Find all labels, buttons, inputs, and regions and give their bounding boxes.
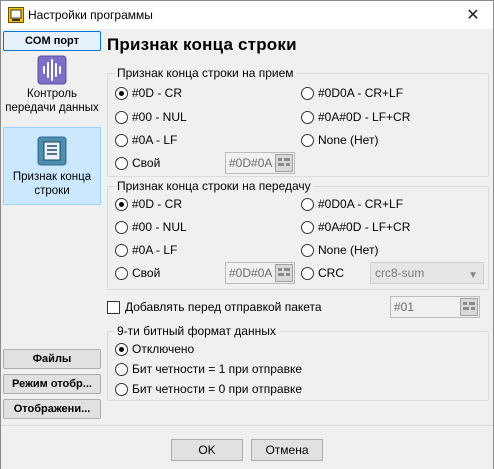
radio-selected-icon — [115, 86, 128, 100]
text-document-icon — [37, 136, 67, 166]
radio-icon — [115, 156, 128, 170]
sidebar-item-line-end[interactable]: Признак конца строки — [3, 127, 101, 205]
radio-icon — [115, 133, 128, 147]
radio-selected-icon — [115, 197, 128, 211]
window-title: Настройки программы — [28, 8, 153, 22]
hex-editor-icon[interactable] — [275, 154, 293, 172]
radio-icon — [301, 86, 314, 100]
sidebar: COM порт Контроль передачи данных Призна… — [1, 29, 103, 424]
transmit-option-nul[interactable]: #00 - NUL — [115, 220, 187, 234]
radio-icon — [115, 110, 128, 124]
ninebit-legend: 9-ти битный формат данных — [115, 324, 278, 338]
title-bar: Настройки программы ✕ — [1, 1, 493, 29]
radio-selected-icon — [115, 342, 128, 356]
receive-option-none[interactable]: None (Нет) — [301, 133, 378, 147]
transmit-legend: Признак конца строки на передачу — [115, 179, 313, 193]
hex-editor-icon[interactable] — [460, 298, 478, 316]
transmit-option-custom[interactable]: Свой — [115, 266, 160, 280]
prefix-checkbox-row[interactable]: Добавлять перед отправкой пакета — [107, 300, 322, 314]
transmit-option-lf[interactable]: #0A - LF — [115, 243, 177, 257]
radio-icon — [301, 220, 314, 234]
sidebar-item-data-flow[interactable]: Контроль передачи данных — [3, 55, 101, 125]
app-icon — [8, 7, 24, 23]
cancel-button[interactable]: Отмена — [251, 439, 323, 461]
radio-icon — [115, 382, 128, 396]
radio-icon — [301, 133, 314, 147]
chevron-down-icon: ▼ — [468, 270, 478, 281]
radio-icon — [301, 197, 314, 211]
radio-icon — [115, 266, 128, 280]
page-title: Признак конца строки — [107, 35, 297, 54]
display-button[interactable]: Отображени... — [3, 399, 101, 419]
radio-icon — [301, 266, 314, 280]
receive-option-nul[interactable]: #00 - NUL — [115, 110, 187, 124]
settings-window: Настройки программы ✕ COM порт Контроль … — [0, 0, 494, 469]
transmit-option-cr[interactable]: #0D - CR — [115, 197, 182, 211]
receive-option-lfcr[interactable]: #0A#0D - LF+CR — [301, 110, 410, 124]
hex-editor-icon[interactable] — [275, 264, 293, 282]
transmit-option-crc[interactable]: CRC — [301, 266, 344, 280]
transmit-option-crlf[interactable]: #0D0A - CR+LF — [301, 197, 403, 211]
transmit-option-lfcr[interactable]: #0A#0D - LF+CR — [301, 220, 410, 234]
receive-option-crlf[interactable]: #0D0A - CR+LF — [301, 86, 403, 100]
receive-custom-field[interactable]: #0D#0A — [225, 152, 295, 174]
dialog-footer: OK Отмена — [1, 425, 493, 469]
prefix-value-field[interactable]: #01 — [390, 296, 480, 318]
radio-icon — [115, 362, 128, 376]
sidebar-item-label: Признак конца строки — [12, 171, 92, 197]
display-mode-button[interactable]: Режим отобр... — [3, 374, 101, 394]
radio-icon — [301, 243, 314, 257]
audio-waveform-icon — [37, 55, 67, 85]
radio-icon — [115, 243, 128, 257]
com-port-button[interactable]: COM порт — [3, 31, 101, 51]
receive-groupbox: Признак конца строки на прием #0D - CR #… — [107, 66, 489, 177]
prefix-checkbox[interactable] — [107, 300, 120, 314]
receive-option-cr[interactable]: #0D - CR — [115, 86, 182, 100]
ninebit-option-parity-1[interactable]: Бит четности = 1 при отправке — [115, 362, 302, 376]
receive-option-custom[interactable]: Свой — [115, 156, 160, 170]
ninebit-option-off[interactable]: Отключено — [115, 342, 194, 356]
ninebit-option-parity-0[interactable]: Бит четности = 0 при отправке — [115, 382, 302, 396]
crc-select[interactable]: crc8-sum ▼ — [370, 262, 484, 284]
content-panel: Признак конца строки Признак конца строк… — [103, 29, 493, 425]
receive-option-lf[interactable]: #0A - LF — [115, 133, 177, 147]
footer-divider — [1, 425, 493, 426]
sidebar-item-label: Контроль передачи данных — [5, 88, 99, 114]
transmit-groupbox: Признак конца строки на передачу #0D - C… — [107, 179, 489, 290]
ninebit-groupbox: 9-ти битный формат данных Отключено Бит … — [107, 324, 489, 401]
transmit-custom-field[interactable]: #0D#0A — [225, 262, 295, 284]
files-button[interactable]: Файлы — [3, 349, 101, 369]
transmit-option-none[interactable]: None (Нет) — [301, 243, 378, 257]
radio-icon — [115, 220, 128, 234]
receive-legend: Признак конца строки на прием — [115, 66, 296, 80]
ok-button[interactable]: OK — [171, 439, 243, 461]
radio-icon — [301, 110, 314, 124]
close-icon[interactable]: ✕ — [453, 1, 493, 29]
